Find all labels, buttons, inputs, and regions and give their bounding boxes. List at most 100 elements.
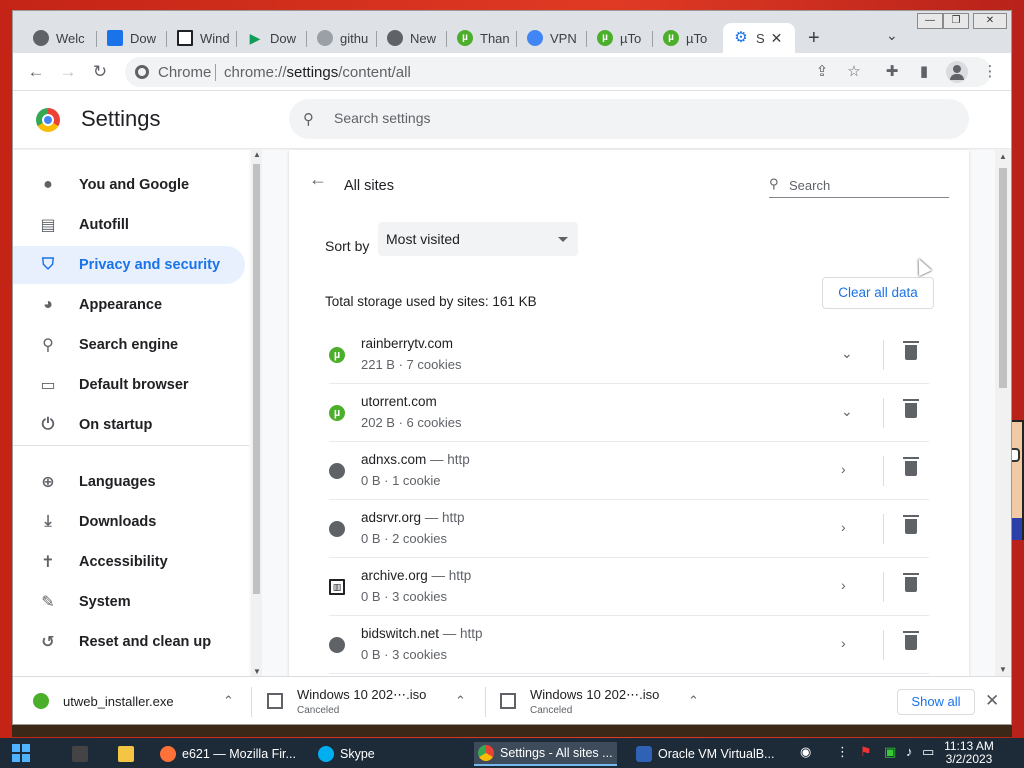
sidebar-item-appearance[interactable]: ◕ Appearance: [13, 286, 245, 324]
delete-trash-icon[interactable]: [903, 457, 919, 476]
clipboard-icon: ▤: [40, 217, 56, 234]
new-tab-button[interactable]: +: [808, 27, 820, 50]
address-divider: [215, 64, 216, 81]
sidebar-item-downloads[interactable]: ⤓ Downloads: [13, 503, 245, 541]
site-row[interactable]: µ rainberrytv.com 221 B · 7 cookies ⌄: [329, 326, 929, 384]
chevron-down-icon[interactable]: ⌄: [841, 345, 853, 362]
close-window-button[interactable]: ✕: [973, 13, 1007, 29]
tray-network-icon[interactable]: ▣: [884, 744, 896, 760]
sidebar-item-system[interactable]: ✎ System: [13, 583, 245, 621]
shield-icon: ⛉: [41, 256, 54, 273]
tab-6[interactable]: µ Than: [447, 23, 517, 53]
desktop-wallpaper-strip: [12, 725, 1012, 737]
tab-5[interactable]: New: [377, 23, 447, 53]
site-row[interactable]: ▥ archive.org — http 0 B · 3 cookies ›: [329, 558, 929, 616]
download-filename: Windows 10 202⋯.iso: [530, 687, 660, 702]
maximize-button[interactable]: ❐: [943, 13, 969, 29]
forward-arrow-icon[interactable]: →: [57, 61, 79, 83]
taskbar-calculator[interactable]: [72, 742, 94, 766]
more-menu-icon[interactable]: ⋮: [981, 63, 999, 81]
minimize-button[interactable]: —: [917, 13, 943, 29]
tray-notification-icon[interactable]: ▭: [922, 744, 934, 760]
share-icon[interactable]: ⇪: [813, 63, 831, 81]
download-item[interactable]: Windows 10 202⋯.iso Canceled ⌃: [500, 677, 710, 724]
delete-trash-icon[interactable]: [903, 515, 919, 534]
chevron-right-icon[interactable]: ›: [841, 635, 846, 651]
main-scrollbar[interactable]: ▲ ▼: [995, 150, 1011, 676]
tab-settings-active[interactable]: ⚙ S ✕: [723, 23, 795, 53]
search-settings-input[interactable]: ⚲ Search settings: [289, 99, 969, 139]
delete-trash-icon[interactable]: [903, 399, 919, 418]
back-arrow-icon[interactable]: ←: [25, 61, 47, 83]
bookmark-star-icon[interactable]: ☆: [845, 63, 863, 81]
virtualbox-icon: [636, 746, 652, 762]
sidebar-item-reset-and-clean-up[interactable]: ↺ Reset and clean up: [13, 623, 245, 661]
start-windows-icon[interactable]: [12, 744, 30, 762]
side-panel-icon[interactable]: ▮: [915, 63, 933, 81]
sort-by-select[interactable]: Most visited: [378, 222, 578, 256]
download-item[interactable]: Windows 10 202⋯.iso Canceled ⌃: [267, 677, 477, 724]
sites-search-input[interactable]: ⚲ Search: [769, 170, 949, 198]
settings-content: ● You and Google ▤ Autofill ⛉ Privacy and s…: [13, 150, 1011, 676]
taskbar-virtualbox[interactable]: Oracle VM VirtualB...: [636, 742, 774, 766]
chevron-up-icon[interactable]: ⌃: [688, 693, 699, 709]
tab-1[interactable]: Dow: [97, 23, 167, 53]
download-filename: utweb_installer.exe: [63, 694, 174, 709]
sidebar-item-languages[interactable]: ⊕ Languages: [13, 463, 245, 501]
globe-icon: [329, 463, 345, 479]
sidebar-item-on-startup[interactable]: ⏻ On startup: [13, 406, 245, 444]
sidebar-item-default-browser[interactable]: ▭ Default browser: [13, 366, 245, 404]
chevron-right-icon[interactable]: ›: [841, 519, 846, 535]
tray-more-icon[interactable]: ⋮: [836, 744, 849, 760]
tab-9[interactable]: µ µTo: [653, 23, 721, 53]
chevron-down-icon[interactable]: ⌄: [841, 403, 853, 420]
address-bar[interactable]: Chrome chrome://settings/content/all ⇪ ☆: [125, 57, 991, 87]
clear-all-data-button[interactable]: Clear all data: [822, 277, 934, 309]
site-row[interactable]: adsrvr.org — http 0 B · 2 cookies ›: [329, 500, 929, 558]
tray-chrome-icon[interactable]: ◉: [800, 744, 811, 760]
back-arrow-icon[interactable]: ←: [309, 169, 327, 190]
sidebar-item-search-engine[interactable]: ⚲ Search engine: [13, 326, 245, 364]
sidebar-scrollbar[interactable]: ▲ ▼: [251, 150, 262, 676]
tab-search-chevron-icon[interactable]: ⌄: [886, 27, 898, 44]
sidebar-item-accessibility[interactable]: ✝ Accessibility: [13, 543, 245, 581]
download-shelf: utweb_installer.exe ⌃ Windows 10 202⋯.is…: [13, 676, 1011, 724]
reload-icon[interactable]: ↻: [89, 61, 111, 83]
close-icon[interactable]: ✕: [985, 691, 999, 711]
sidebar-item-privacy-and-security[interactable]: ⛉ Privacy and security: [13, 246, 245, 284]
site-row[interactable]: µ utorrent.com 202 B · 6 cookies ⌄: [329, 384, 929, 442]
tab-2[interactable]: Wind: [167, 23, 237, 53]
taskbar-file-explorer[interactable]: [118, 742, 140, 766]
disc-image-icon: [500, 693, 516, 709]
sidebar-item-autofill[interactable]: ▤ Autofill: [13, 206, 245, 244]
delete-trash-icon[interactable]: [903, 573, 919, 592]
chevron-right-icon[interactable]: ›: [841, 461, 846, 477]
tray-volume-icon[interactable]: ♪: [906, 744, 913, 759]
chevron-up-icon[interactable]: ⌃: [223, 693, 234, 709]
tab-7[interactable]: VPN: [517, 23, 587, 53]
show-all-downloads-button[interactable]: Show all: [897, 689, 975, 715]
globe-icon: ⊕: [41, 474, 55, 491]
tray-flag-icon[interactable]: ⚑: [860, 744, 872, 760]
taskbar-clock[interactable]: 11:13 AM 3/2/2023: [934, 740, 1004, 766]
tab-3[interactable]: ▶ Dow: [237, 23, 307, 53]
taskbar-chrome-settings[interactable]: Settings - All sites ...: [474, 742, 617, 766]
delete-trash-icon[interactable]: [903, 341, 919, 360]
windows-taskbar: e621 — Mozilla Fir... Skype Settings - A…: [0, 738, 1024, 768]
profile-avatar[interactable]: [946, 61, 968, 83]
search-icon: ⚲: [769, 176, 779, 191]
tab-4[interactable]: githu: [307, 23, 377, 53]
download-item[interactable]: utweb_installer.exe ⌃: [33, 677, 243, 724]
close-tab-icon[interactable]: ✕: [771, 30, 783, 47]
delete-trash-icon[interactable]: [903, 631, 919, 650]
tab-0[interactable]: Welc: [23, 23, 97, 53]
site-row[interactable]: adnxs.com — http 0 B · 1 cookie ›: [329, 442, 929, 500]
extensions-puzzle-icon[interactable]: ✚: [883, 63, 901, 81]
tab-8[interactable]: µ µTo: [587, 23, 653, 53]
chevron-right-icon[interactable]: ›: [841, 577, 846, 593]
taskbar-skype[interactable]: Skype: [318, 742, 375, 766]
taskbar-firefox[interactable]: e621 — Mozilla Fir...: [160, 742, 296, 766]
chevron-up-icon[interactable]: ⌃: [455, 693, 466, 709]
site-row[interactable]: bidswitch.net — http 0 B · 3 cookies ›: [329, 616, 929, 674]
sidebar-item-you-and-google[interactable]: ● You and Google: [13, 166, 245, 204]
